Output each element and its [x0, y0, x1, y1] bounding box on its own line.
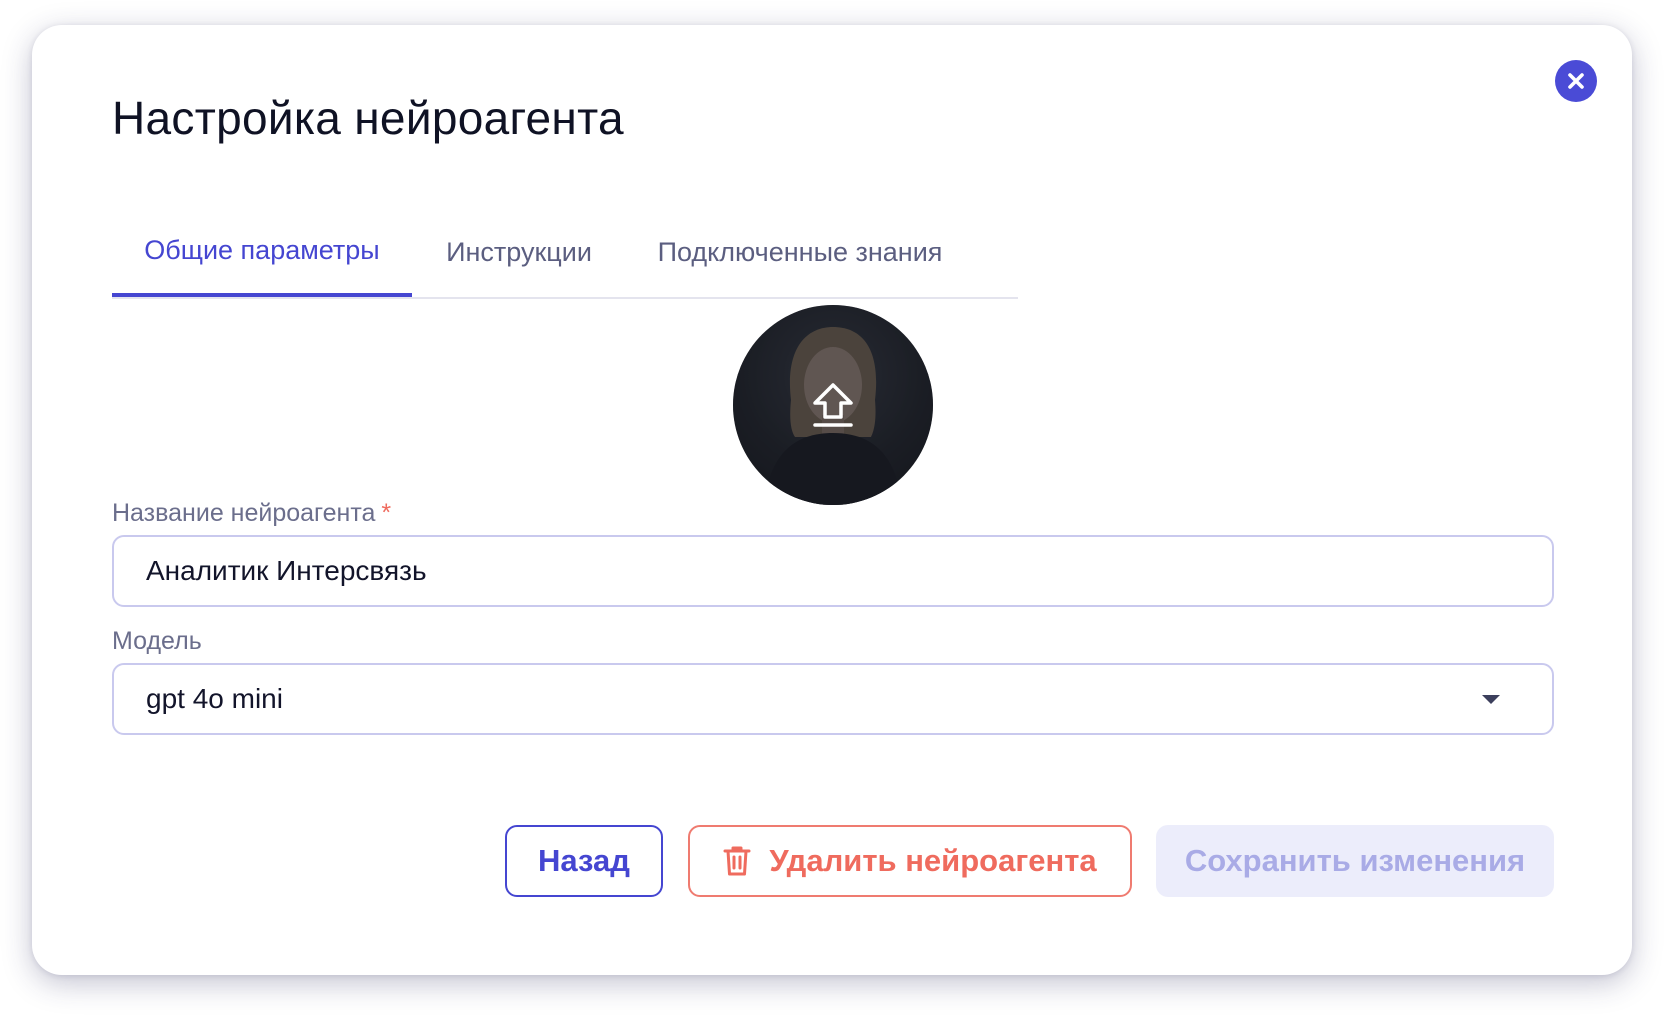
model-select-value: gpt 4o mini — [146, 683, 283, 714]
back-button[interactable]: Назад — [505, 825, 663, 897]
tab-general[interactable]: Общие параметры — [112, 215, 412, 297]
close-button[interactable] — [1555, 60, 1597, 102]
delete-agent-button[interactable]: Удалить нейроагента — [688, 825, 1132, 897]
page-title: Настройка нейроагента — [112, 92, 624, 144]
agent-name-input[interactable] — [112, 535, 1554, 607]
trash-icon — [723, 846, 751, 876]
agent-name-label: Название нейроагента * — [112, 499, 392, 527]
close-icon — [1568, 73, 1584, 89]
delete-agent-label: Удалить нейроагента — [769, 843, 1097, 878]
required-mark: * — [381, 499, 392, 527]
agent-settings-modal: Настройка нейроагента Общие параметры Ин… — [32, 25, 1632, 975]
save-changes-button[interactable]: Сохранить изменения — [1156, 825, 1554, 897]
chevron-down-icon — [1482, 694, 1500, 704]
model-select[interactable]: gpt 4o mini — [112, 663, 1554, 735]
upload-icon — [813, 383, 853, 427]
tab-bar: Общие параметры Инструкции Подключенные … — [112, 215, 1018, 299]
tab-connected-knowledge[interactable]: Подключенные знания — [626, 215, 974, 297]
model-label: Модель — [112, 627, 202, 655]
tab-instructions[interactable]: Инструкции — [412, 215, 626, 297]
avatar-upload[interactable] — [733, 305, 933, 505]
